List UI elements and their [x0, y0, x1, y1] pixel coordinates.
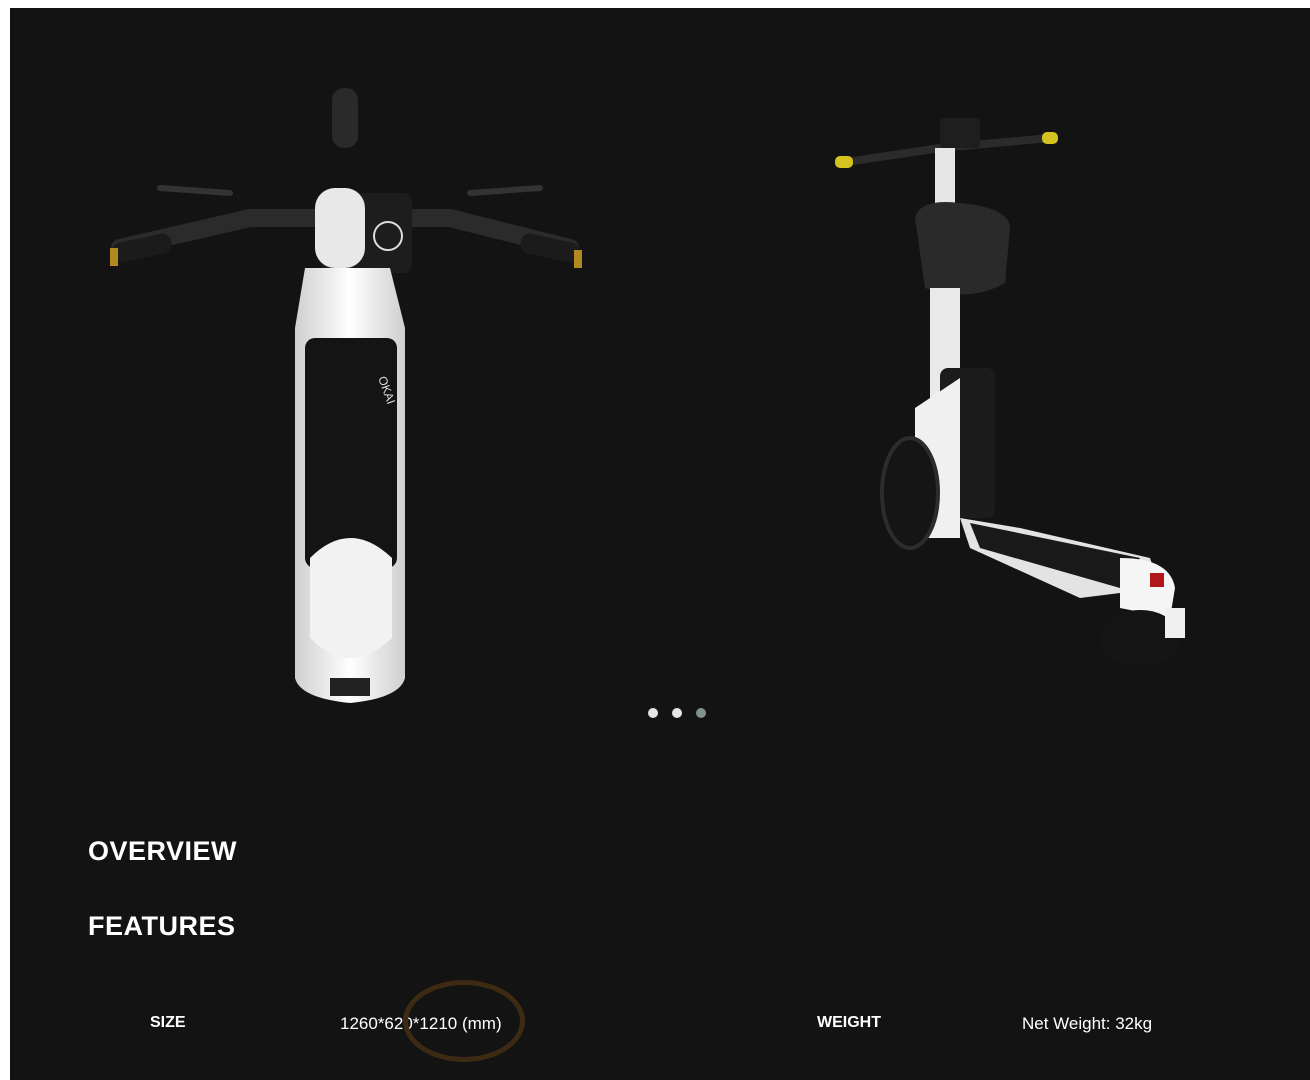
- scooter-top-view-image: OKAI: [110, 88, 582, 703]
- features-link[interactable]: FEATURES: [88, 911, 236, 942]
- weight-label: WEIGHT: [817, 1014, 881, 1031]
- scooter-rear-three-quarter-view-image: [835, 118, 1185, 666]
- product-page: OKAI OVERVIEW FEATURES SIZE 1260*620*121…: [10, 8, 1310, 1080]
- carousel-pagination: [648, 708, 706, 718]
- size-value: 1260*620*1210 (mm): [340, 1014, 502, 1033]
- overview-link[interactable]: OVERVIEW: [88, 836, 237, 867]
- carousel-dot-1[interactable]: [648, 708, 658, 718]
- carousel-dot-2[interactable]: [672, 708, 682, 718]
- weight-value: Net Weight: 32kg: [1022, 1014, 1153, 1033]
- size-label: SIZE: [150, 1014, 186, 1031]
- carousel-dot-3[interactable]: [696, 708, 706, 718]
